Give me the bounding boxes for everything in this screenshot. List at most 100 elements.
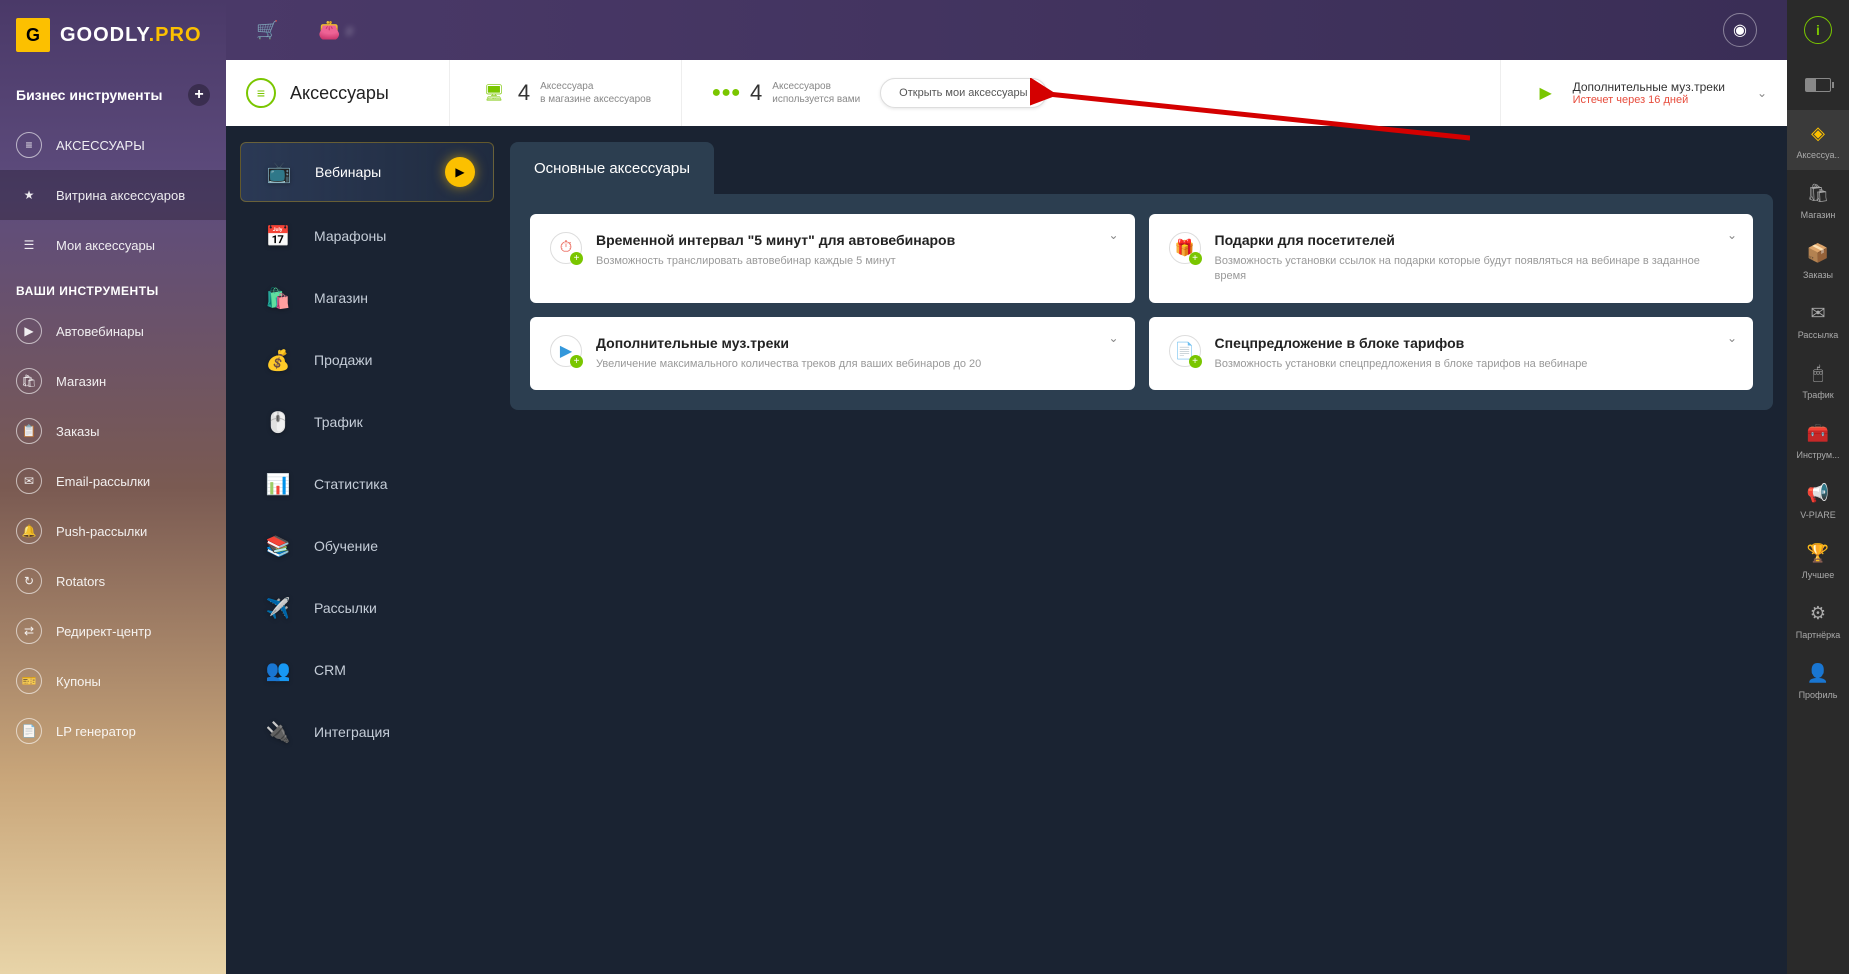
nav-label: Заказы bbox=[56, 424, 99, 439]
card-icon: ▶ bbox=[550, 335, 582, 367]
nav-tool-1[interactable]: 🛍Магазин bbox=[0, 356, 226, 406]
nav-tool-7[interactable]: 🎫Купоны bbox=[0, 656, 226, 706]
logo[interactable]: G GOODLY.PRO bbox=[0, 0, 226, 70]
nav-icon: 📄 bbox=[16, 718, 42, 744]
accessory-card-3[interactable]: 📄Спецпредложение в блоке тарифовВозможно… bbox=[1149, 317, 1754, 390]
fingerprint-icon[interactable]: ◉ bbox=[1723, 13, 1757, 47]
right-nav-3[interactable]: ✉Рассылка bbox=[1787, 290, 1849, 350]
nav-tool-4[interactable]: 🔔 Push-рассылки bbox=[0, 506, 226, 556]
right-nav-1[interactable]: 🛍Магазин bbox=[1787, 170, 1849, 230]
content-heading: Основные аксессуары bbox=[510, 142, 714, 195]
card-title: Подарки для посетителей bbox=[1215, 232, 1734, 248]
right-nav-0[interactable]: ◈Аксессуа.. bbox=[1787, 110, 1849, 170]
info-button[interactable]: i bbox=[1787, 0, 1849, 60]
category-Магазин[interactable]: 🛍️Магазин bbox=[240, 270, 494, 326]
accessory-card-0[interactable]: ⏱Временной интервал "5 минут" для автове… bbox=[530, 214, 1135, 303]
category-label: Статистика bbox=[314, 476, 388, 492]
right-nav-label: Профиль bbox=[1799, 690, 1838, 700]
right-nav-icon: 🛍 bbox=[1805, 180, 1831, 206]
nav-label: Мои аксессуары bbox=[56, 238, 155, 253]
category-sidebar: 📺Вебинары▶ 📅Марафоны 🛍️Магазин 💰Продажи 🖱️Тр… bbox=[240, 142, 494, 766]
wallet-icon[interactable]: 👛 ₽ bbox=[318, 20, 353, 41]
cart-icon[interactable]: 🛒 bbox=[256, 20, 278, 41]
logo-text: GOODLY.PRO bbox=[60, 24, 202, 47]
category-label: Трафик bbox=[314, 414, 363, 430]
card-title: Дополнительные муз.треки bbox=[596, 335, 1115, 351]
category-icon: 🛍️ bbox=[258, 284, 298, 312]
category-Статистика[interactable]: 📊 Статистика bbox=[240, 456, 494, 512]
right-nav-icon: 🧰 bbox=[1805, 420, 1831, 446]
category-icon: 📚 bbox=[258, 532, 298, 560]
stat-used-count: ●●● 4 Аксессуаровиспользуется вами Откры… bbox=[681, 60, 1076, 126]
right-nav-9[interactable]: 👤Профиль bbox=[1787, 650, 1849, 710]
card-description: Возможность установки спецпредложения в … bbox=[1215, 357, 1734, 372]
category-Вебинары[interactable]: 📺Вебинары▶ bbox=[240, 142, 494, 202]
category-label: Продажи bbox=[314, 352, 372, 368]
category-Интеграция[interactable]: 🔌Интеграция bbox=[240, 704, 494, 760]
category-Трафик[interactable]: 🖱️Трафик bbox=[240, 394, 494, 450]
right-nav-5[interactable]: 🧰Инструм... bbox=[1787, 410, 1849, 470]
category-Рассылки[interactable]: ✈️ Рассылки bbox=[240, 580, 494, 636]
stat-store-count: 🖥 4 Аксессуарав магазине аксессуаров bbox=[449, 60, 681, 126]
category-Марафоны[interactable]: 📅Марафоны bbox=[240, 208, 494, 264]
nav-icon: ★ bbox=[16, 182, 42, 208]
nav-label: Email-рассылки bbox=[56, 474, 150, 489]
right-nav-2[interactable]: 📦 Заказы bbox=[1787, 230, 1849, 290]
right-nav-icon: 🖱 bbox=[1805, 360, 1831, 386]
add-tool-button[interactable]: + bbox=[188, 84, 210, 106]
nav-label: Купоны bbox=[56, 674, 101, 689]
nav-tool-0[interactable]: ▶Автовебинары bbox=[0, 306, 226, 356]
category-Обучение[interactable]: 📚 Обучение bbox=[240, 518, 494, 574]
card-title: Спецпредложение в блоке тарифов bbox=[1215, 335, 1734, 351]
nav-tool-6[interactable]: ⇄Редирект-центр bbox=[0, 606, 226, 656]
nav-label: LP генератор bbox=[56, 724, 136, 739]
nav-label: Push-рассылки bbox=[56, 524, 147, 539]
nav-icon: ⇄ bbox=[16, 618, 42, 644]
nav-accessory-0[interactable]: ≡АКСЕССУАРЫ bbox=[0, 120, 226, 170]
right-nav-8[interactable]: ⚙Партнёрка bbox=[1787, 590, 1849, 650]
card-description: Увеличение максимального количества трек… bbox=[596, 357, 1115, 372]
left-sidebar: G GOODLY.PRO Бизнес инструменты + ≡АКСЕС… bbox=[0, 0, 226, 974]
nav-accessory-1[interactable]: ★Витрина аксессуаров bbox=[0, 170, 226, 220]
right-nav-icon: 📦 bbox=[1805, 240, 1831, 266]
nav-tool-3[interactable]: ✉Email-рассылки bbox=[0, 456, 226, 506]
nav-icon: 🔔 bbox=[16, 518, 42, 544]
category-label: Вебинары bbox=[315, 164, 381, 180]
open-my-accessories-button[interactable]: Открыть мои аксессуары bbox=[880, 78, 1046, 108]
right-nav-label: Лучшее bbox=[1802, 570, 1834, 580]
nav-icon: ☰ bbox=[16, 232, 42, 258]
nav-tool-8[interactable]: 📄 LP генератор bbox=[0, 706, 226, 756]
card-title: Временной интервал "5 минут" для автовеб… bbox=[596, 232, 1115, 248]
top-bar: 🛒 👛 ₽ ◉ bbox=[226, 0, 1787, 60]
category-Продажи[interactable]: 💰Продажи bbox=[240, 332, 494, 388]
category-label: Обучение bbox=[314, 538, 378, 554]
right-nav-label: Рассылка bbox=[1798, 330, 1839, 340]
battery-icon bbox=[1805, 78, 1831, 92]
nav-label: Автовебинары bbox=[56, 324, 144, 339]
category-icon: ✈️ bbox=[258, 594, 298, 622]
right-nav-7[interactable]: 🏆Лучшее bbox=[1787, 530, 1849, 590]
accessory-card-1[interactable]: 🎁Подарки для посетителейВозможность уста… bbox=[1149, 214, 1754, 303]
right-nav-6[interactable]: 📢V-PIARE bbox=[1787, 470, 1849, 530]
right-nav-icon: ◈ bbox=[1805, 120, 1831, 146]
right-nav-4[interactable]: 🖱Трафик bbox=[1787, 350, 1849, 410]
section-your-tools: ВАШИ ИНСТРУМЕНТЫ bbox=[0, 270, 226, 306]
category-icon: 📊 bbox=[258, 470, 298, 498]
nav-icon: ≡ bbox=[16, 132, 42, 158]
card-description: Возможность транслировать автовебинар ка… bbox=[596, 254, 1115, 269]
right-nav-label: Заказы bbox=[1803, 270, 1833, 280]
nav-tool-5[interactable]: ↻Rotators bbox=[0, 556, 226, 606]
nav-tool-2[interactable]: 📋Заказы bbox=[0, 406, 226, 456]
right-nav-label: V-PIARE bbox=[1800, 510, 1836, 520]
chevron-down-icon: ⌄ bbox=[1727, 331, 1737, 345]
header-row: ≡ Аксессуары 🖥 4 Аксессуарав магазине ак… bbox=[226, 60, 1787, 126]
bars-icon: ●●● bbox=[712, 83, 740, 103]
chevron-down-icon: ⌄ bbox=[1757, 86, 1767, 100]
nav-accessory-2[interactable]: ☰ Мои аксессуары bbox=[0, 220, 226, 270]
card-icon: 🎁 bbox=[1169, 232, 1201, 264]
accessory-card-2[interactable]: ▶ Дополнительные муз.треки Увеличение макс… bbox=[530, 317, 1135, 390]
section-business-tools: Бизнес инструменты + bbox=[0, 70, 226, 120]
category-label: Рассылки bbox=[314, 600, 377, 616]
category-CRM[interactable]: 👥CRM bbox=[240, 642, 494, 698]
track-info-block[interactable]: ▶ Дополнительные муз.треки Истечет через… bbox=[1500, 60, 1767, 126]
